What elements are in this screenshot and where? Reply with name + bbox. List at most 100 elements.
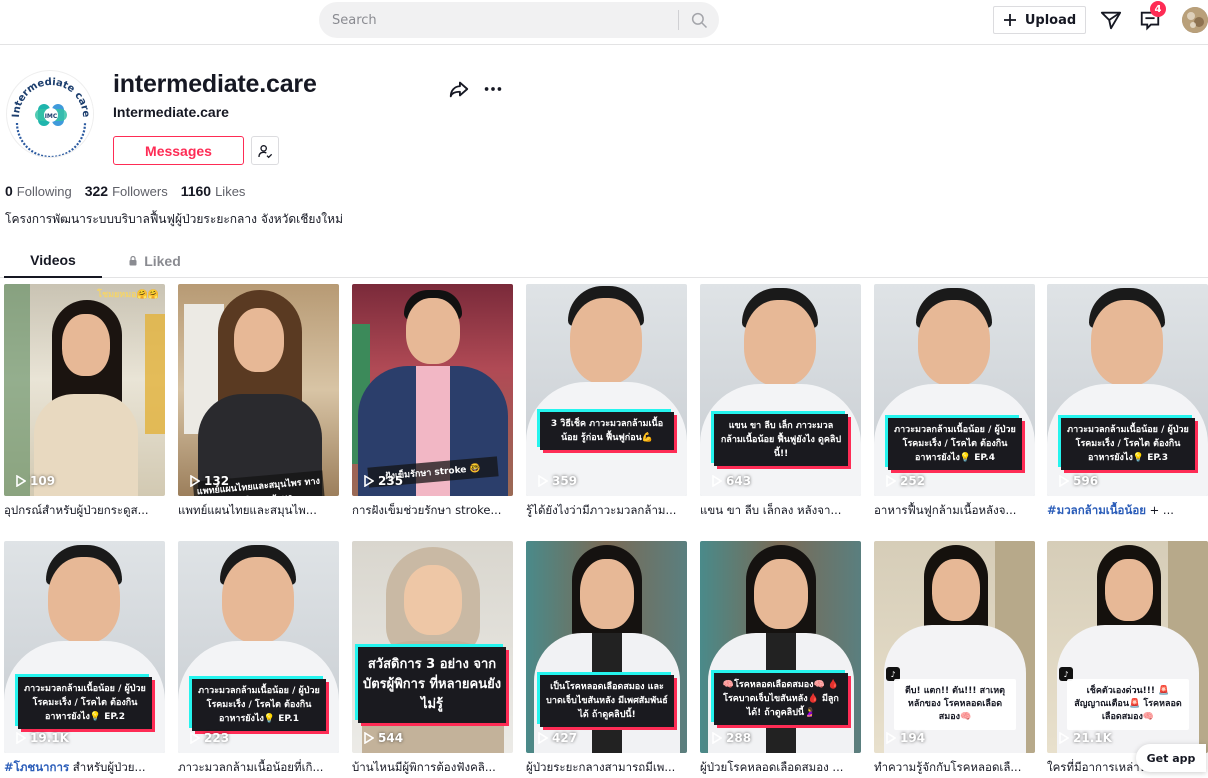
video-thumbnail: ♪ เช็คตัวเองด่วน!!! 🚨สัญญาณเตือน🚨 โรคหลอ… bbox=[1047, 541, 1208, 753]
video-thumbnail: ภาวะมวลกล้ามเนื้อน้อย / ผู้ป่วยโรคมะเร็ง… bbox=[874, 284, 1035, 496]
video-thumbnail: ภาวะมวลกล้ามเนื้อน้อย / ผู้ป่วยโรคมะเร็ง… bbox=[178, 541, 339, 753]
plus-icon bbox=[1003, 14, 1016, 26]
view-count: 235 bbox=[364, 474, 403, 488]
profile-bio: โครงการพัฒนาระบบบริบาลฟื้นฟูผู้ป่วยระยะก… bbox=[5, 212, 343, 226]
more-horizontal-icon bbox=[484, 87, 502, 91]
more-options-button[interactable] bbox=[482, 78, 504, 100]
video-card[interactable]: ภาวะมวลกล้ามเนื้อน้อย / ผู้ป่วยโรคมะเร็ง… bbox=[4, 541, 165, 777]
video-caption: อาหารฟื้นฟูกล้ามเนื้อหลังจ... bbox=[874, 503, 1017, 517]
video-card[interactable]: เป็นโรคหลอดเลือดสมอง และบาดเจ็บไขสันหลัง… bbox=[526, 541, 687, 777]
profile-tabs: Videos Liked bbox=[0, 243, 1208, 278]
video-caption: ทำความรู้จักกับโรคหลอดเลื... bbox=[874, 760, 1022, 774]
video-card[interactable]: แพทย์แผนไทยและสมุนไพร ทางเลือกในการรักษา… bbox=[178, 284, 339, 520]
video-thumbnail: เป็นโรคหลอดเลือดสมอง และบาดเจ็บไขสันหลัง… bbox=[526, 541, 687, 753]
view-count: 194 bbox=[886, 731, 925, 745]
play-icon bbox=[712, 732, 722, 744]
video-card[interactable]: สวัสดิการ 3 อย่าง จากบัตรผู้พิการ ที่หลา… bbox=[352, 541, 513, 777]
view-count: 643 bbox=[712, 474, 751, 488]
video-overlay-text: ภาวะมวลกล้ามเนื้อน้อย / ผู้ป่วยโรคมะเร็ง… bbox=[18, 677, 152, 729]
search-icon bbox=[691, 12, 708, 29]
video-overlay-text: 🧠โรคหลอดเลือดสมอง🧠 🩸โรคบาดเจ็บไขสันหลัง🩸… bbox=[714, 673, 848, 725]
view-count: 252 bbox=[886, 474, 925, 488]
video-card[interactable]: โชมยหมอ🤗🤗 109 อุปกรณ์สำหรับผู้ป่วยกระดูส… bbox=[4, 284, 165, 520]
play-icon bbox=[1059, 732, 1069, 744]
following-stat[interactable]: 0 Following bbox=[5, 183, 72, 199]
video-thumbnail: สวัสดิการ 3 อย่าง จากบัตรผู้พิการ ที่หลา… bbox=[352, 541, 513, 753]
video-overlay-text: ภาวะมวลกล้ามเนื้อน้อย / ผู้ป่วยโรคมะเร็ง… bbox=[1061, 418, 1195, 470]
inbox-button[interactable]: 4 bbox=[1138, 1, 1166, 32]
follow-user-button[interactable] bbox=[251, 136, 279, 165]
video-card[interactable]: 🧠โรคหลอดเลือดสมอง🧠 🩸โรคบาดเจ็บไขสันหลัง🩸… bbox=[700, 541, 861, 777]
get-app-button[interactable]: Get app bbox=[1136, 744, 1206, 772]
play-icon bbox=[364, 475, 374, 487]
video-grid: โชมยหมอ🤗🤗 109 อุปกรณ์สำหรับผู้ป่วยกระดูส… bbox=[4, 284, 1208, 778]
play-icon bbox=[364, 732, 374, 744]
play-icon bbox=[16, 475, 26, 487]
video-thumbnail: ♪ ตีบ! แตก!! ตัน!!! สาเหตุหลักของ โรคหลอ… bbox=[874, 541, 1035, 753]
video-thumbnail: 3 วิธีเช็ค ภาวะมวลกล้ามเนื้อน้อย รู้ก่อน… bbox=[526, 284, 687, 496]
person-check-icon bbox=[258, 144, 273, 158]
video-top-text: โชมยหมอ🤗🤗 bbox=[97, 290, 159, 300]
view-count: 19.1K bbox=[16, 731, 69, 745]
play-icon bbox=[190, 732, 200, 744]
play-icon bbox=[16, 732, 26, 744]
share-button[interactable] bbox=[448, 78, 470, 100]
video-caption: แขน ขา ลีบ เล็กลง หลังจา... bbox=[700, 503, 842, 517]
video-card[interactable]: 3 วิธีเช็ค ภาวะมวลกล้ามเนื้อน้อย รู้ก่อน… bbox=[526, 284, 687, 520]
play-icon bbox=[538, 732, 548, 744]
video-card[interactable]: ภาวะมวลกล้ามเนื้อน้อย / ผู้ป่วยโรคมะเร็ง… bbox=[1047, 284, 1208, 520]
search-button[interactable] bbox=[679, 2, 719, 38]
share-icon bbox=[449, 81, 469, 98]
view-count: 132 bbox=[190, 474, 229, 488]
view-count: 223 bbox=[190, 731, 229, 745]
view-count: 109 bbox=[16, 474, 55, 488]
video-caption: #มวลกล้ามเนื้อน้อย + ... bbox=[1047, 503, 1174, 517]
video-thumbnail: โชมยหมอ🤗🤗 109 bbox=[4, 284, 165, 496]
video-overlay-text: ภาวะมวลกล้ามเนื้อน้อย / ผู้ป่วยโรคมะเร็ง… bbox=[888, 418, 1022, 470]
play-icon bbox=[886, 475, 896, 487]
search-box bbox=[319, 2, 719, 38]
video-caption: บ้านไหนมีผู้พิการต้องฟังคลิ... bbox=[352, 760, 496, 774]
messages-nav-button[interactable] bbox=[1099, 8, 1123, 32]
tab-videos[interactable]: Videos bbox=[4, 243, 102, 278]
video-caption: #โภชนาการ สำหรับผู้ป่วย... bbox=[4, 760, 146, 774]
lock-icon bbox=[129, 255, 137, 265]
view-count: 544 bbox=[364, 731, 403, 745]
upload-label: Upload bbox=[1024, 12, 1077, 28]
video-caption: ผู้ป่วยโรคหลอดเลือดสมอง ... bbox=[700, 760, 844, 774]
upload-button[interactable]: Upload bbox=[993, 6, 1086, 34]
search-input[interactable] bbox=[319, 2, 678, 38]
user-avatar[interactable] bbox=[1182, 7, 1208, 33]
play-icon bbox=[190, 475, 200, 487]
video-card[interactable]: ♪ เช็คตัวเองด่วน!!! 🚨สัญญาณเตือน🚨 โรคหลอ… bbox=[1047, 541, 1208, 777]
view-count: 427 bbox=[538, 731, 577, 745]
view-count: 596 bbox=[1059, 474, 1098, 488]
video-card[interactable]: ภาวะมวลกล้ามเนื้อน้อย / ผู้ป่วยโรคมะเร็ง… bbox=[874, 284, 1035, 520]
play-icon bbox=[886, 732, 896, 744]
video-thumbnail: 🧠โรคหลอดเลือดสมอง🧠 🩸โรคบาดเจ็บไขสันหลัง🩸… bbox=[700, 541, 861, 753]
video-thumbnail: ภาวะมวลกล้ามเนื้อน้อย / ผู้ป่วยโรคมะเร็ง… bbox=[1047, 284, 1208, 496]
video-card[interactable]: ภาวะมวลกล้ามเนื้อน้อย / ผู้ป่วยโรคมะเร็ง… bbox=[178, 541, 339, 777]
video-caption: การฝังเข็มช่วยรักษา stroke... bbox=[352, 503, 502, 517]
profile-nickname: Intermediate.care bbox=[113, 104, 229, 120]
video-overlay-text: แขน ขา ลีบ เล็ก ภาวะมวลกล้ามเนื้อน้อย ฟื… bbox=[714, 414, 848, 466]
intermediate-care-logo: Intermediate care IMC bbox=[8, 72, 93, 157]
video-caption: ผู้ป่วยระยะกลางสามารถมีเพ... bbox=[526, 760, 676, 774]
video-overlay-text: เป็นโรคหลอดเลือดสมอง และบาดเจ็บไขสันหลัง… bbox=[540, 675, 674, 727]
video-caption: ภาวะมวลกล้ามเนื้อน้อยที่เกิ... bbox=[178, 760, 324, 774]
send-icon bbox=[1100, 11, 1122, 30]
profile-avatar: Intermediate care IMC bbox=[6, 70, 94, 158]
svg-text:IMC: IMC bbox=[45, 113, 58, 120]
video-caption: อุปกรณ์สำหรับผู้ป่วยกระดูส... bbox=[4, 503, 149, 517]
video-card[interactable]: ฝังเข็มรักษา stroke 🤓 235 การฝังเข็มช่วย… bbox=[352, 284, 513, 520]
avatar-image bbox=[1182, 7, 1208, 33]
video-card[interactable]: แขน ขา ลีบ เล็ก ภาวะมวลกล้ามเนื้อน้อย ฟื… bbox=[700, 284, 861, 520]
video-thumbnail: ภาวะมวลกล้ามเนื้อน้อย / ผู้ป่วยโรคมะเร็ง… bbox=[4, 541, 165, 753]
messages-button[interactable]: Messages bbox=[113, 136, 244, 165]
video-thumbnail: ฝังเข็มรักษา stroke 🤓 235 bbox=[352, 284, 513, 496]
play-icon bbox=[538, 475, 548, 487]
video-caption: รู้ได้ยังไงว่ามีภาวะมวลกล้าม... bbox=[526, 503, 677, 517]
video-card[interactable]: ♪ ตีบ! แตก!! ตัน!!! สาเหตุหลักของ โรคหลอ… bbox=[874, 541, 1035, 777]
followers-stat[interactable]: 322 Followers bbox=[85, 183, 168, 199]
tab-liked[interactable]: Liked bbox=[110, 243, 198, 278]
